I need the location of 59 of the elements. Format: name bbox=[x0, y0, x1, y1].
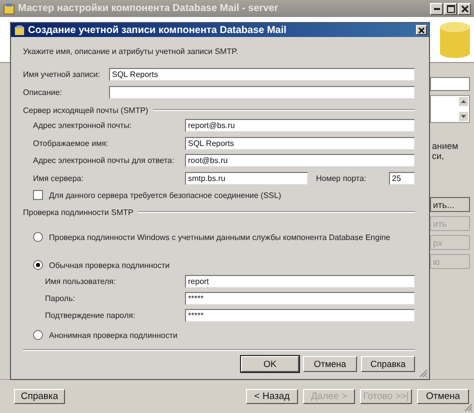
field-label: Имя сервера: bbox=[32, 174, 84, 183]
help-button[interactable]: Справка bbox=[14, 389, 65, 404]
resize-grip-icon bbox=[418, 368, 428, 378]
wizard-button[interactable]: Отмена bbox=[417, 389, 469, 404]
input-field[interactable]: smtp.bs.ru bbox=[185, 172, 308, 185]
dialog-title: Создание учетной записи компонента Database Mail bbox=[28, 24, 286, 36]
maximize-button[interactable] bbox=[444, 2, 457, 14]
maximize-icon bbox=[446, 4, 454, 12]
field-label: Пароль: bbox=[44, 294, 76, 303]
description-text: анием bbox=[431, 141, 460, 151]
field-label: Имя пользователя: bbox=[44, 277, 117, 286]
field-label: Отображаемое имя: bbox=[32, 138, 110, 148]
wizard-button[interactable]: < Назад bbox=[246, 389, 298, 404]
radio-label: Обычная проверка подлинности bbox=[49, 260, 170, 270]
database-icon bbox=[438, 20, 472, 58]
field-label: Описание: bbox=[23, 88, 64, 96]
input-field[interactable]: SQL Reports bbox=[109, 68, 415, 80]
close-icon bbox=[418, 26, 425, 34]
input-field[interactable]: report@bs.ru bbox=[185, 119, 415, 132]
input-field[interactable]: ***** bbox=[185, 309, 415, 322]
scroll-down-icon bbox=[459, 112, 468, 121]
dialog-button[interactable]: Справка bbox=[361, 356, 415, 372]
dialog-button[interactable]: Отмена bbox=[303, 356, 357, 372]
field-label: Номер порта: bbox=[315, 174, 368, 183]
text-field[interactable] bbox=[430, 77, 470, 91]
field-label: Имя учетной записи: bbox=[23, 70, 101, 78]
field-label: Подтверждение пароля: bbox=[44, 311, 136, 320]
close-button[interactable] bbox=[458, 2, 471, 14]
close-icon bbox=[460, 4, 468, 12]
side-button[interactable]: ить... bbox=[430, 197, 470, 212]
close-button[interactable] bbox=[416, 25, 427, 35]
list-box[interactable] bbox=[430, 95, 470, 123]
window-title: Мастер настройки компонента Database Mail - server bbox=[18, 3, 278, 14]
app-icon bbox=[14, 24, 25, 36]
description-text: си, bbox=[431, 151, 446, 161]
section-title: Проверка подлинности SMTP bbox=[23, 208, 134, 216]
input-field[interactable]: 25 bbox=[389, 172, 415, 185]
dialog-button[interactable]: OK bbox=[241, 356, 299, 372]
minimize-icon bbox=[434, 8, 440, 10]
checkbox[interactable] bbox=[33, 190, 43, 200]
input-field[interactable]: root@bs.ru bbox=[185, 154, 415, 168]
radio-label: Проверка подлинности Windows с учетными данными службы компонента Database Engine bbox=[49, 232, 390, 242]
radio-button[interactable] bbox=[33, 330, 43, 340]
app-icon bbox=[3, 2, 15, 14]
input-field[interactable] bbox=[109, 86, 415, 98]
resize-grip-icon bbox=[463, 402, 473, 412]
field-label: Адрес электронной почты: bbox=[32, 121, 133, 130]
checkbox-label: Для данного сервера требуется безопасное соединение (SSL) bbox=[49, 190, 282, 200]
radio-button[interactable] bbox=[33, 232, 43, 242]
input-field[interactable]: ***** bbox=[185, 292, 415, 305]
field-label: Адрес электронной почты для ответа: bbox=[32, 156, 176, 166]
instruction-text: Укажите имя, описание и атрибуты учетной записи SMTP. bbox=[23, 47, 240, 58]
section-title: Сервер исходящей почты (SMTP) bbox=[23, 106, 148, 114]
radio-button[interactable] bbox=[33, 260, 43, 270]
minimize-button[interactable] bbox=[430, 2, 443, 14]
input-field[interactable]: SQL Reports bbox=[185, 136, 415, 150]
input-field[interactable]: report bbox=[185, 275, 415, 288]
scroll-up-icon bbox=[459, 97, 468, 106]
radio-label: Анонимная проверка подлинности bbox=[49, 330, 178, 340]
